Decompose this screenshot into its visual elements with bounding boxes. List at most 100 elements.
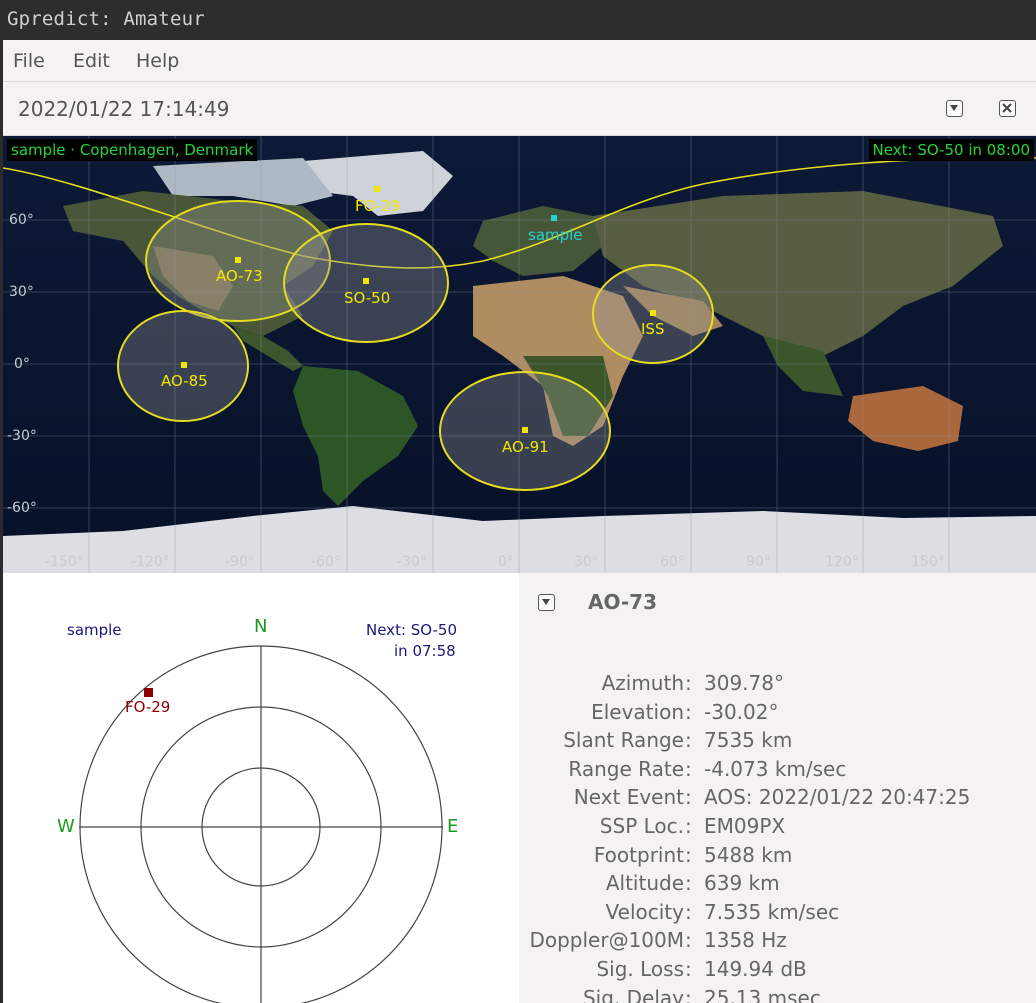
lon-label: 150° xyxy=(911,554,945,570)
info-row: Slant Range:7535 km xyxy=(519,728,1036,756)
lon-label: 30° xyxy=(574,554,599,570)
info-row-colon: : xyxy=(685,985,692,1003)
compass-west: W xyxy=(57,816,75,837)
lat-label: 60° xyxy=(9,212,34,228)
polar-sat-marker-fo29 xyxy=(144,688,153,697)
compass-east: E xyxy=(447,816,459,837)
info-row-colon: : xyxy=(685,756,692,781)
info-row-value: 149.94 dB xyxy=(704,957,807,981)
module-options-button[interactable] xyxy=(946,100,963,117)
lon-label: -120° xyxy=(131,554,170,570)
info-row-label: SSP Loc. xyxy=(599,814,684,838)
info-row-value: 25.13 msec xyxy=(704,985,821,1003)
info-row-colon: : xyxy=(685,899,692,924)
info-row-colon: : xyxy=(685,671,692,695)
next-event-label: Next: SO-50 in 08:00 xyxy=(868,139,1034,161)
lat-label: -30° xyxy=(7,428,37,444)
sat-label-ao73[interactable]: AO-73 xyxy=(216,267,263,285)
lon-label: 90° xyxy=(746,554,771,570)
info-row-label: Next Event xyxy=(573,785,684,810)
info-row: Range Rate: -4.073 km/sec xyxy=(519,757,1036,785)
info-row-label: Elevation xyxy=(591,699,684,724)
info-row-label: Range Rate xyxy=(568,756,684,781)
menu-help[interactable]: Help xyxy=(136,50,179,72)
lon-label: -90° xyxy=(225,554,255,570)
lat-label: -60° xyxy=(7,500,37,516)
info-row-label: Slant Range xyxy=(563,728,684,753)
qth-info-label: sample · Copenhagen, Denmark xyxy=(7,139,258,161)
info-row: SSP Loc.: EM09PX xyxy=(519,814,1036,842)
info-row: Footprint:5488 km xyxy=(519,843,1036,871)
info-row-value: 7535 km xyxy=(704,728,793,753)
menu-file[interactable]: File xyxy=(13,50,45,72)
timestamp: 2022/01/22 17:14:49 xyxy=(18,97,230,121)
info-row: Elevation: -30.02° xyxy=(519,700,1036,728)
sat-label-iss[interactable]: ISS xyxy=(641,320,664,338)
info-options-button[interactable] xyxy=(538,594,555,611)
info-row-label: Footprint xyxy=(593,842,684,867)
map-canvas xyxy=(3,136,1036,573)
module-close-button[interactable] xyxy=(999,100,1016,117)
info-row-value: EM09PX xyxy=(704,814,786,838)
info-row-value: 1358 Hz xyxy=(704,928,787,953)
info-row-colon: : xyxy=(685,814,692,838)
info-row-colon: : xyxy=(685,957,692,981)
info-row-label: Doppler@100M xyxy=(529,928,684,953)
polar-sat-label-fo29[interactable]: FO-29 xyxy=(125,698,170,716)
window-title: Gpredict: Amateur xyxy=(7,8,205,30)
info-row: Sig. Delay:25.13 msec xyxy=(519,986,1036,1003)
polar-next-line2: in 07:58 xyxy=(394,642,456,660)
satellite-info-panel: AO-73 Azimuth:309.78° Elevation: -30.02° Sl… xyxy=(519,573,1036,1003)
qth-marker xyxy=(551,215,557,221)
info-row-value: AOS: 2022/01/22 20:47:25 xyxy=(704,785,971,810)
info-row-label: Sig. Delay xyxy=(582,985,684,1003)
menu-edit[interactable]: Edit xyxy=(73,50,110,72)
sat-marker-fo29 xyxy=(374,186,380,192)
close-icon xyxy=(1002,103,1012,113)
info-row-colon: : xyxy=(685,785,692,810)
compass-north: N xyxy=(254,616,268,637)
info-row-colon: : xyxy=(685,728,692,753)
polar-view[interactable]: sample Next: SO-50 in 07:58 N S W E FO-2… xyxy=(3,573,519,1003)
info-row-label: Velocity xyxy=(605,899,684,924)
sat-label-ao85[interactable]: AO-85 xyxy=(161,372,208,390)
info-row: Sig. Loss:149.94 dB xyxy=(519,957,1036,985)
sat-marker-iss xyxy=(650,310,656,316)
info-row-value: -4.073 km/sec xyxy=(704,756,847,781)
lat-label: 30° xyxy=(9,284,34,300)
info-row: Doppler@100M:1358 Hz xyxy=(519,928,1036,956)
module-header: 2022/01/22 17:14:49 xyxy=(3,84,1036,136)
info-row-colon: : xyxy=(685,842,692,867)
sat-marker-ao73 xyxy=(235,257,241,263)
lon-label: -30° xyxy=(397,554,427,570)
sat-label-so50[interactable]: SO-50 xyxy=(344,289,390,307)
info-row-label: Altitude xyxy=(605,871,684,896)
world-map[interactable]: FO-29 AO-73 SO-50 AO-85 ISS AO-91 sample… xyxy=(3,136,1036,573)
sat-marker-so50 xyxy=(363,278,369,284)
lon-label: -60° xyxy=(311,554,341,570)
sat-label-ao91[interactable]: AO-91 xyxy=(502,438,549,456)
sat-label-fo29[interactable]: FO-29 xyxy=(355,197,400,215)
info-row: Next Event: AOS: 2022/01/22 20:47:25 xyxy=(519,785,1036,813)
info-row: Altitude:639 km xyxy=(519,871,1036,899)
info-row: Velocity:7.535 km/sec xyxy=(519,900,1036,928)
polar-next-line1: Next: SO-50 xyxy=(366,621,458,639)
menu-bar: File Edit Help xyxy=(3,40,1036,82)
window-titlebar: Gpredict: Amateur xyxy=(0,0,1036,40)
info-row-colon: : xyxy=(685,928,692,953)
lon-label: 60° xyxy=(660,554,685,570)
info-row-value: 5488 km xyxy=(704,842,793,867)
info-row-value: 309.78° xyxy=(704,671,784,695)
lon-label: 0° xyxy=(498,554,514,570)
info-row-value: 639 km xyxy=(704,871,780,896)
sat-marker-ao85 xyxy=(181,362,187,368)
info-row-colon: : xyxy=(685,871,692,896)
info-row-value: 7.535 km/sec xyxy=(704,899,840,924)
info-row-label: Sig. Loss xyxy=(596,957,684,981)
info-row-colon: : xyxy=(685,699,692,724)
main-window: File Edit Help 2022/01/22 17:14:49 FO-29… xyxy=(3,40,1036,1003)
sat-marker-ao91 xyxy=(522,427,528,433)
lat-label: 0° xyxy=(14,356,30,372)
dropdown-icon xyxy=(542,599,550,605)
lon-label: 120° xyxy=(825,554,859,570)
